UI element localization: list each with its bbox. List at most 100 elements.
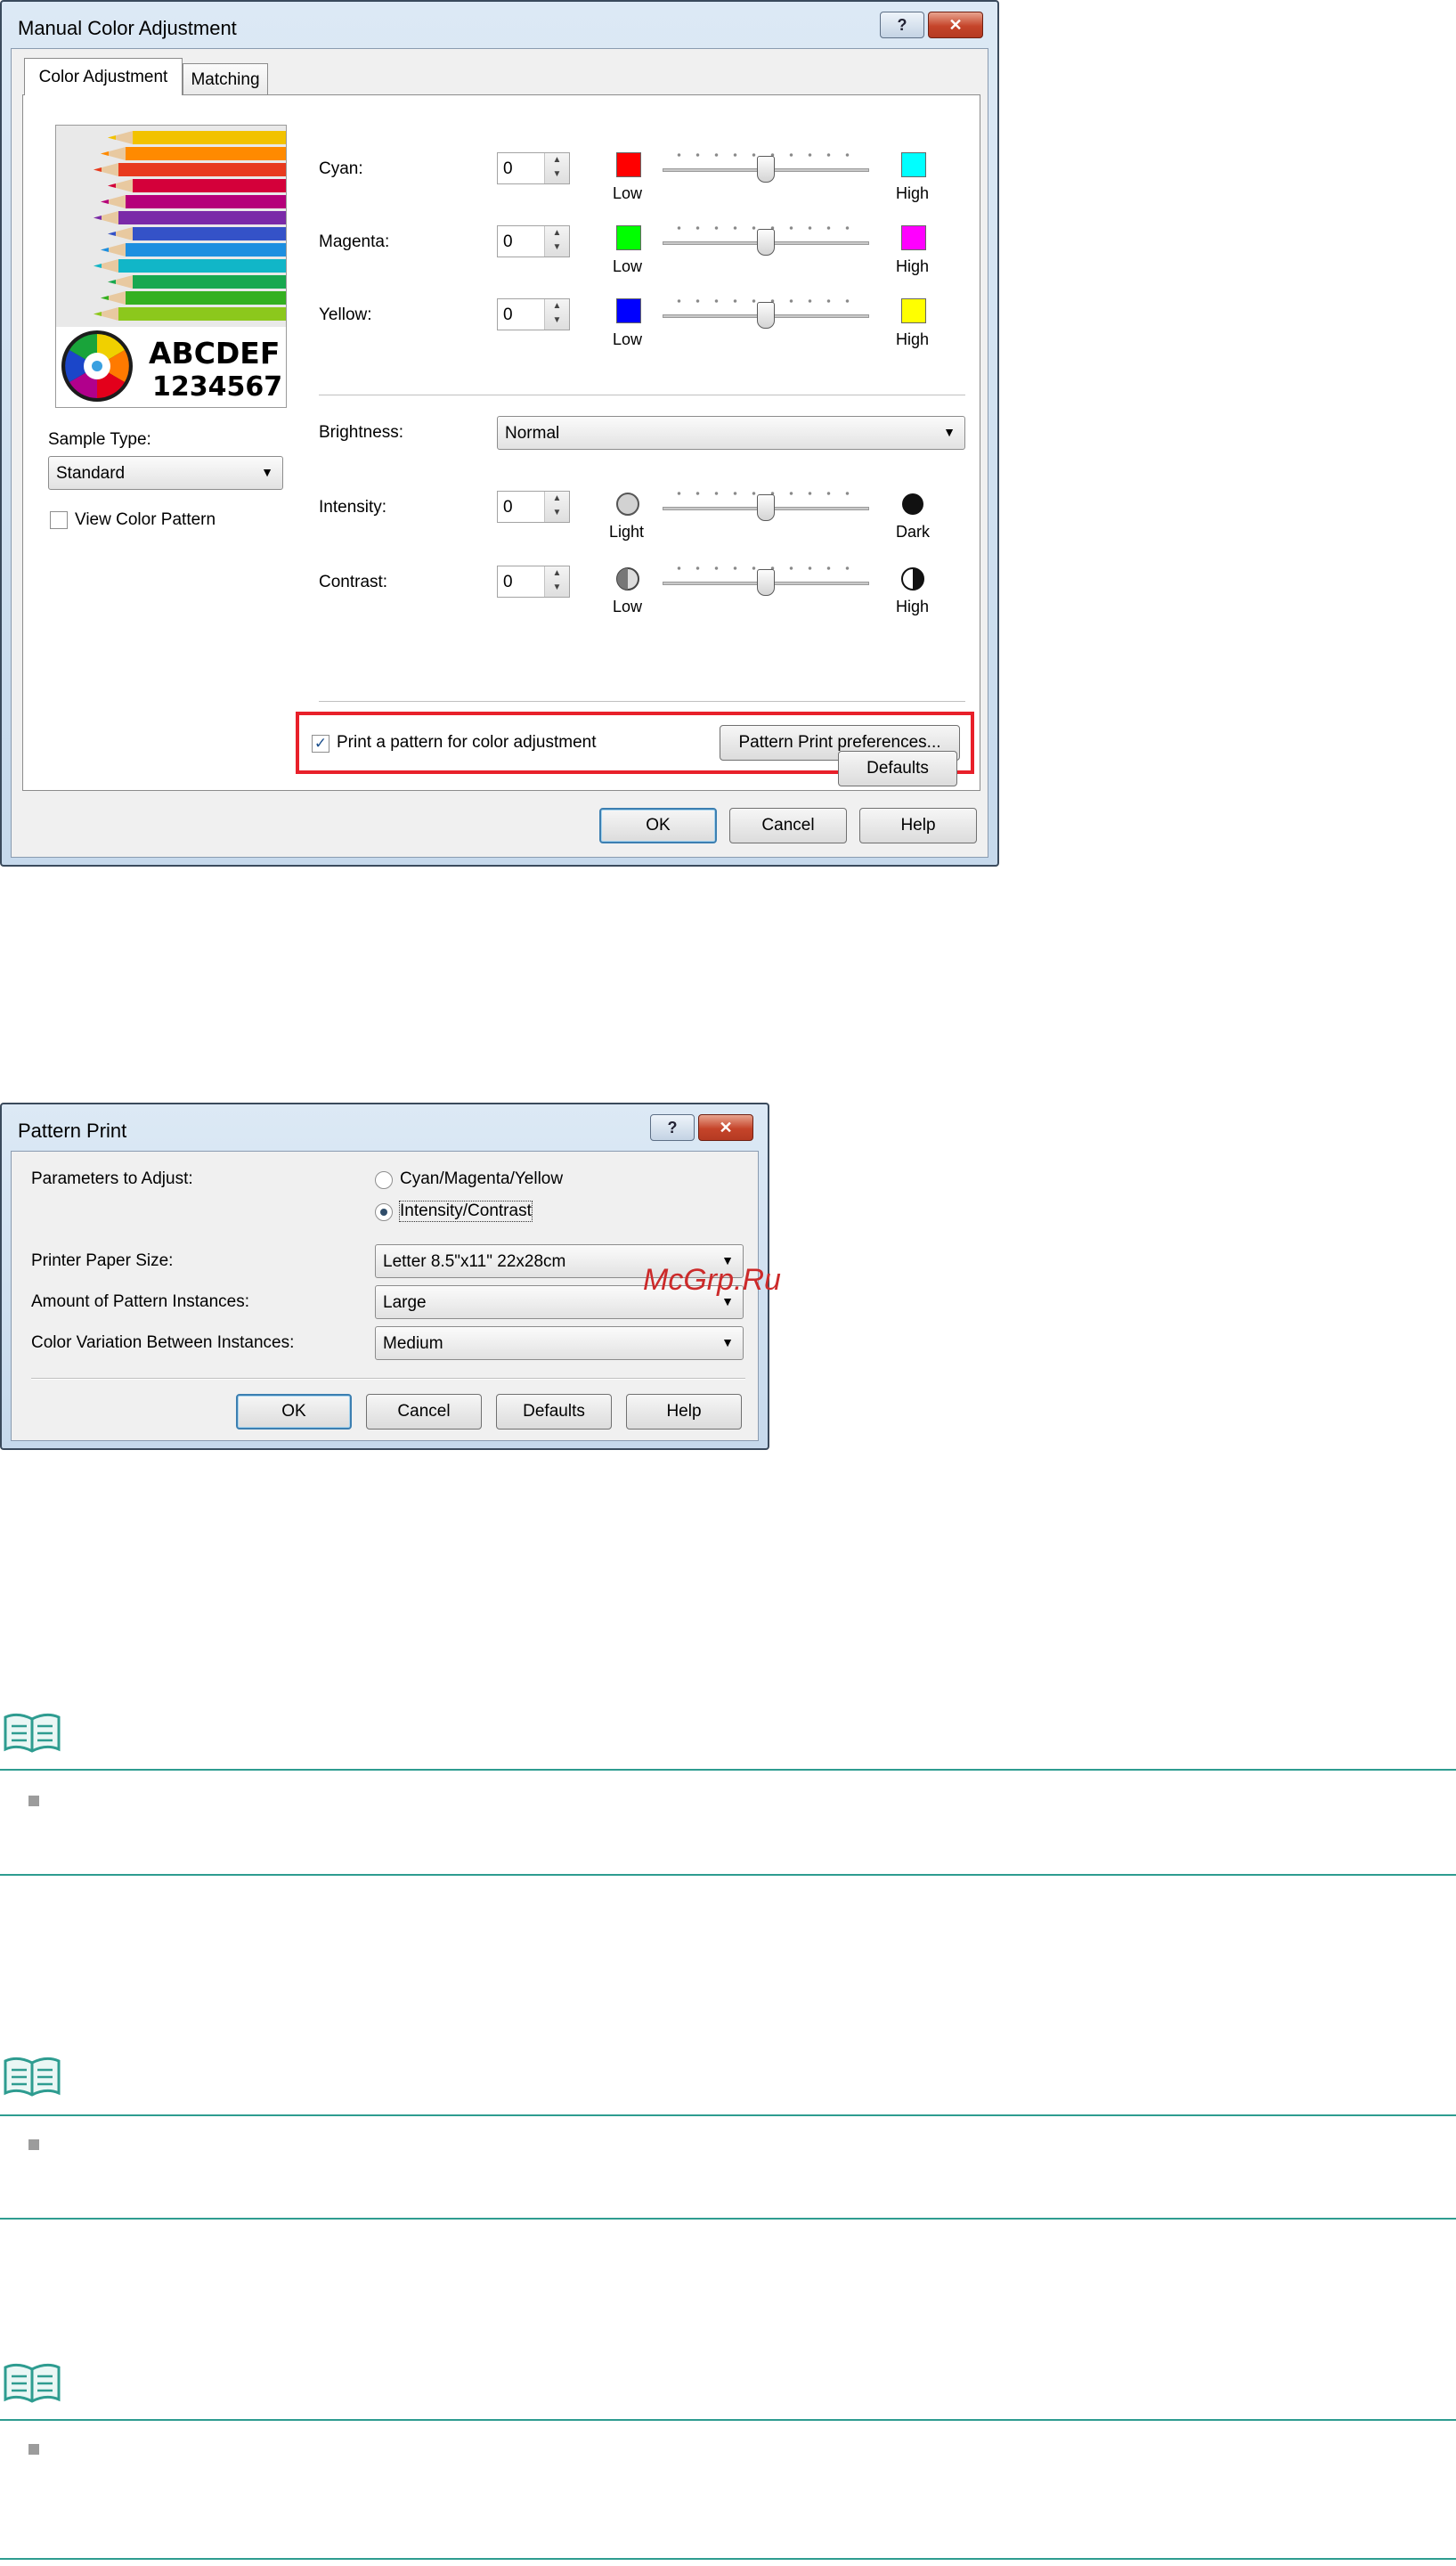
note-book-icon [4,2057,61,2097]
variation-label: Color Variation Between Instances: [31,1333,295,1352]
sample-type-select[interactable]: Standard ▼ [48,456,283,490]
magenta-low-label: Low [613,257,643,275]
yellow-low-label: Low [613,330,643,348]
contrast-spinner[interactable]: 0 ▲ ▼ [497,566,570,598]
help-caption-button[interactable]: ? [650,1114,695,1141]
note-divider [0,2218,1456,2220]
defaults-button[interactable]: Defaults [838,751,957,786]
print-pattern-label[interactable]: Print a pattern for color adjustment [337,733,596,753]
spin-arrows-icon[interactable]: ▲ ▼ [544,566,569,597]
cyan-slider[interactable] [663,149,869,184]
note-divider [0,2558,1456,2560]
yellow-value: 0 [503,305,513,324]
note-divider [0,1769,1456,1771]
sample-preview: ABCDEF 1234567 [55,125,287,408]
brightness-value: Normal [505,424,560,443]
manual-color-adjustment-dialog: Manual Color Adjustment ? ✕ Color Adjust… [0,0,999,867]
intensity-slider[interactable] [663,487,869,523]
sample-text-letters: ABCDEF [149,336,281,371]
note-bullet-icon [28,1796,39,1806]
view-color-pattern-label[interactable]: View Color Pattern [75,510,216,530]
yellow-slider[interactable] [663,295,869,330]
slider-thumb[interactable] [757,229,775,256]
yellow-spinner[interactable]: 0 ▲ ▼ [497,298,570,330]
ok-button[interactable]: OK [236,1394,352,1430]
radio-intensity-contrast[interactable] [375,1203,393,1221]
close-button[interactable]: ✕ [928,12,983,38]
radio-intensity-contrast-label[interactable]: Intensity/Contrast [399,1201,533,1222]
spin-arrows-icon[interactable]: ▲ ▼ [544,153,569,183]
cyan-value: 0 [503,159,513,178]
intensity-spinner[interactable]: 0 ▲ ▼ [497,491,570,523]
spin-arrows-icon[interactable]: ▲ ▼ [544,299,569,330]
slider-thumb[interactable] [757,569,775,596]
variation-select[interactable]: Medium ▼ [375,1326,744,1360]
sample-type-value: Standard [56,464,126,483]
contrast-slider[interactable] [663,562,869,598]
cyan-spinner[interactable]: 0 ▲ ▼ [497,152,570,184]
light-circle-icon [616,493,639,516]
note-bullet-icon [28,2444,39,2455]
ok-button[interactable]: OK [599,808,717,843]
paper-size-value: Letter 8.5"x11" 22x28cm [383,1252,566,1271]
note-divider [0,2419,1456,2421]
separator [319,701,965,703]
title-bar[interactable]: Manual Color Adjustment ? ✕ [2,2,997,55]
magenta-spinner[interactable]: 0 ▲ ▼ [497,225,570,257]
close-button[interactable]: ✕ [698,1114,753,1141]
intensity-high-label: Dark [896,523,931,541]
yellow-high-color-swatch [901,298,926,323]
note-book-icon [4,1713,61,1753]
intensity-value: 0 [503,498,513,517]
tab-label: Color Adjustment [38,67,168,86]
cyan-label: Cyan: [319,159,363,178]
note-divider [0,1874,1456,1876]
help-button[interactable]: Help [859,808,977,843]
view-color-pattern-checkbox[interactable] [50,511,68,529]
parameters-label: Parameters to Adjust: [31,1169,193,1188]
print-pattern-checkbox[interactable]: ✓ [312,735,329,753]
variation-value: Medium [383,1334,443,1353]
chevron-down-icon: ▼ [943,425,956,439]
amount-label: Amount of Pattern Instances: [31,1292,250,1311]
chevron-down-icon: ▼ [261,465,273,479]
separator [31,1378,745,1380]
defaults-button[interactable]: Defaults [496,1394,612,1430]
contrast-label: Contrast: [319,573,388,591]
help-button[interactable]: Help [626,1394,742,1430]
spin-arrows-icon[interactable]: ▲ ▼ [544,226,569,257]
intensity-label: Intensity: [319,498,387,517]
magenta-slider[interactable] [663,222,869,257]
radio-cmy[interactable] [375,1171,393,1189]
magenta-value: 0 [503,232,513,251]
cancel-button[interactable]: Cancel [366,1394,482,1430]
slider-thumb[interactable] [757,494,775,521]
title-bar[interactable]: Pattern Print ? ✕ [2,1104,768,1158]
yellow-low-color-swatch [616,298,641,323]
yellow-high-label: High [896,330,930,348]
tab-color-adjustment[interactable]: Color Adjustment [24,58,183,95]
slider-thumb[interactable] [757,302,775,329]
radio-cmy-label[interactable]: Cyan/Magenta/Yellow [400,1169,563,1189]
tab-matching[interactable]: Matching [183,63,268,95]
high-contrast-icon [901,567,924,591]
dialog-title: Pattern Print [18,1120,127,1142]
magenta-label: Magenta: [319,232,390,251]
magenta-high-color-swatch [901,225,926,250]
spin-arrows-icon[interactable]: ▲ ▼ [544,492,569,522]
note-book-icon [4,2363,61,2403]
dialog-client-area: Color Adjustment Matching ABCDEF 1234567… [11,48,988,858]
cyan-low-label: Low [613,184,643,202]
cyan-high-label: High [896,184,930,202]
cancel-button[interactable]: Cancel [729,808,847,843]
note-bullet-icon [28,2139,39,2150]
contrast-value: 0 [503,573,513,591]
help-caption-button[interactable]: ? [880,12,924,38]
brightness-select[interactable]: Normal ▼ [497,416,965,450]
low-contrast-icon [616,567,639,591]
paper-size-label: Printer Paper Size: [31,1251,174,1270]
slider-thumb[interactable] [757,156,775,183]
amount-value: Large [383,1293,427,1312]
sample-type-label: Sample Type: [48,430,151,449]
cyan-high-color-swatch [901,152,926,177]
